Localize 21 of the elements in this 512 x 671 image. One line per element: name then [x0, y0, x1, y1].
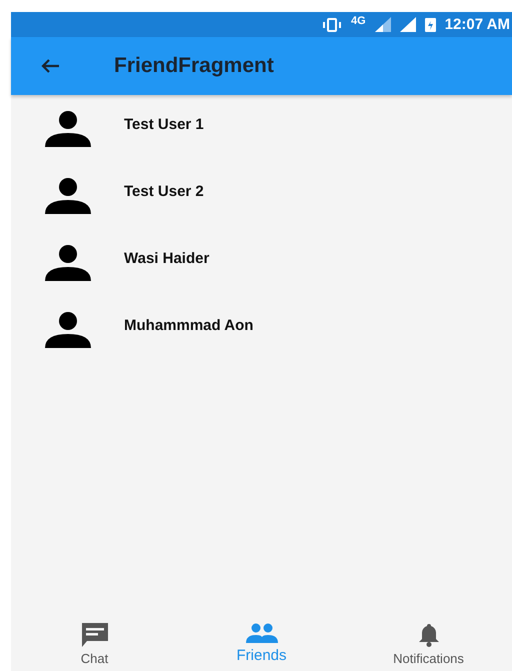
person-icon	[45, 312, 91, 348]
signal-icon	[400, 17, 416, 32]
person-icon	[45, 178, 91, 214]
screen-title: FriendFragment	[114, 54, 274, 78]
person-icon	[45, 245, 91, 281]
friend-name[interactable]: Muhammmad Aon	[124, 317, 254, 334]
bell-icon	[418, 623, 440, 647]
nav-tab[interactable]: Notifications	[345, 619, 512, 671]
vibrate-icon	[322, 18, 342, 32]
people-icon	[246, 623, 278, 643]
person-icon	[45, 111, 91, 147]
signal-icon	[374, 17, 391, 32]
battery-icon	[424, 17, 436, 32]
nav-tab[interactable]: Chat	[11, 619, 178, 671]
friend-name[interactable]: Test User 1	[124, 116, 204, 133]
clock-time: 12:07 AM	[444, 16, 510, 33]
friend-name[interactable]: Wasi Haider	[124, 250, 210, 267]
back-arrow-icon	[40, 58, 60, 74]
message-icon	[82, 623, 108, 647]
network-type: 4G	[351, 15, 366, 27]
friend-name[interactable]: Test User 2	[124, 183, 204, 200]
